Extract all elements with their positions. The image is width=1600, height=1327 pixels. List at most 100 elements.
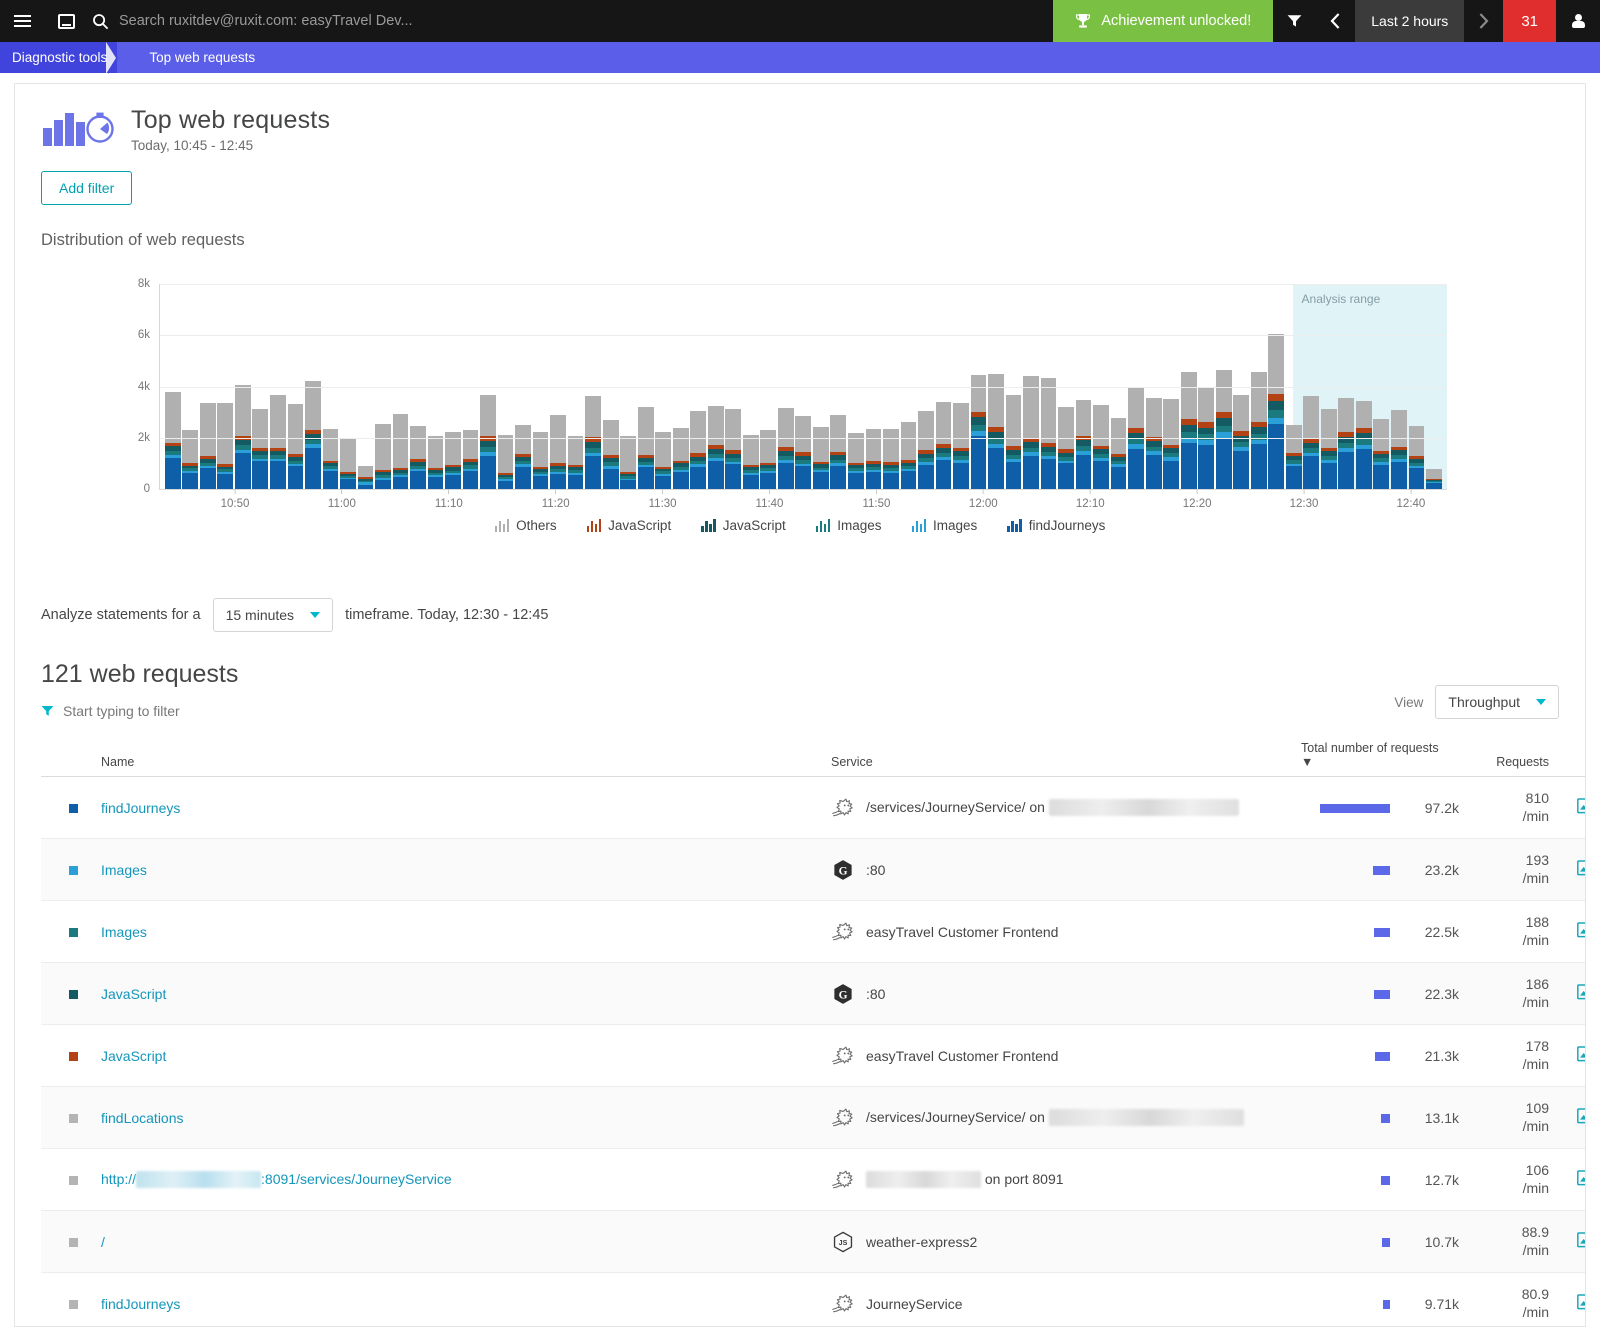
action-chart-button[interactable]	[1577, 984, 1586, 1003]
table-row[interactable]: ImagesG:8023.2k193/min···	[41, 839, 1586, 901]
service-cell[interactable]: easyTravel Customer Frontend	[831, 921, 1289, 943]
chart-bar-column[interactable]	[568, 436, 584, 489]
service-cell[interactable]: JSweather-express2	[831, 1231, 1289, 1253]
chart-bar-column[interactable]	[340, 438, 356, 489]
previous-timeframe-button[interactable]	[1316, 0, 1355, 42]
request-name-cell[interactable]: findLocations	[95, 1087, 795, 1149]
chart-bar-column[interactable]	[288, 404, 304, 489]
column-header-service[interactable]: Service	[825, 741, 1295, 777]
chart-bar-column[interactable]	[725, 409, 741, 489]
chart-bar-column[interactable]	[830, 415, 846, 489]
chart-bar-column[interactable]	[603, 420, 619, 489]
chart-bar-column[interactable]	[1076, 400, 1092, 489]
chart-bar-column[interactable]	[182, 430, 198, 489]
chart-bar-column[interactable]	[620, 436, 636, 489]
chart-bar-column[interactable]	[1338, 398, 1354, 489]
achievement-badge[interactable]: Achievement unlocked!	[1053, 0, 1273, 42]
global-filter-button[interactable]	[1273, 0, 1316, 42]
service-cell[interactable]: G:80	[831, 859, 1289, 881]
chart-bar-column[interactable]	[1268, 334, 1284, 489]
table-row[interactable]: ImageseasyTravel Customer Frontend22.5k1…	[41, 901, 1586, 963]
request-name-link[interactable]: http://:8091/services/JourneyService	[101, 1171, 452, 1187]
menu-button[interactable]	[0, 0, 44, 42]
request-name-link[interactable]: /	[101, 1234, 105, 1250]
chart-bar-column[interactable]	[1321, 409, 1337, 489]
column-header-name[interactable]: Name	[95, 741, 795, 777]
table-row[interactable]: findJourneysJourneyService9.71k80.9/min·…	[41, 1273, 1586, 1327]
request-name-cell[interactable]: Images	[95, 839, 795, 901]
results-filter-input[interactable]: Start typing to filter	[41, 703, 238, 719]
chart-bar-column[interactable]	[795, 416, 811, 490]
request-name-cell[interactable]: findJourneys	[95, 1273, 795, 1327]
chart-legend-item[interactable]: Images	[816, 518, 882, 533]
chart-bar-column[interactable]	[848, 433, 864, 489]
service-cell[interactable]: on port 8091	[831, 1169, 1289, 1191]
chart-bar-column[interactable]	[1058, 407, 1074, 489]
chart-bar-column[interactable]	[270, 395, 286, 489]
column-header-requests[interactable]: Requests	[1465, 741, 1555, 777]
chart-bar-column[interactable]	[1111, 418, 1127, 489]
chart-bar-column[interactable]	[638, 407, 654, 489]
chart-bar-column[interactable]	[217, 403, 233, 489]
request-name-link[interactable]: JavaScript	[101, 1048, 166, 1064]
next-timeframe-button[interactable]	[1464, 0, 1503, 42]
table-row[interactable]: JavaScriptG:8022.3k186/min···	[41, 963, 1586, 1025]
table-row[interactable]: http://:8091/services/JourneyService on …	[41, 1149, 1586, 1211]
request-name-link[interactable]: Images	[101, 862, 147, 878]
chart-bar-column[interactable]	[690, 411, 706, 489]
table-row[interactable]: findJourneys/services/JourneyService/ on…	[41, 777, 1586, 839]
chart-bar-column[interactable]	[410, 426, 426, 490]
view-select[interactable]: Throughput	[1435, 685, 1559, 719]
chart-bar-column[interactable]	[1251, 372, 1267, 489]
chart-bar-column[interactable]	[1233, 395, 1249, 489]
chart-bar-column[interactable]	[988, 374, 1004, 489]
chart-bar-column[interactable]	[1093, 405, 1109, 489]
chart-bar-column[interactable]	[200, 403, 216, 489]
action-chart-button[interactable]	[1577, 1232, 1586, 1251]
chart-bar-column[interactable]	[358, 466, 374, 489]
breadcrumb-item-diagnostic-tools[interactable]: Diagnostic tools	[0, 42, 117, 73]
request-name-cell[interactable]: JavaScript	[95, 1025, 795, 1087]
action-chart-button[interactable]	[1577, 860, 1586, 879]
action-chart-button[interactable]	[1577, 1046, 1586, 1065]
chart-bar-column[interactable]	[655, 432, 671, 489]
chart-plot-area[interactable]: Analysis range 02k4k6k8k	[159, 284, 1447, 489]
chart-bar-column[interactable]	[252, 409, 268, 489]
chart-legend-item[interactable]: JavaScript	[701, 518, 786, 533]
table-row[interactable]: findLocations/services/JourneyService/ o…	[41, 1087, 1586, 1149]
table-row[interactable]: JavaScripteasyTravel Customer Frontend21…	[41, 1025, 1586, 1087]
environment-button[interactable]	[44, 0, 88, 42]
chart-bar-column[interactable]	[305, 381, 321, 489]
request-name-cell[interactable]: Images	[95, 901, 795, 963]
chart-bar-column[interactable]	[813, 427, 829, 489]
chart-bar-column[interactable]	[428, 436, 444, 489]
chart-legend-item[interactable]: Images	[912, 518, 978, 533]
chart-bar-column[interactable]	[1391, 410, 1407, 489]
chart-bar-column[interactable]	[971, 375, 987, 489]
chart-bar-column[interactable]	[936, 402, 952, 489]
chart-bar-column[interactable]	[1356, 401, 1372, 489]
request-name-link[interactable]: findJourneys	[101, 1296, 180, 1312]
chart-legend-item[interactable]: JavaScript	[587, 518, 672, 533]
chart-bar-column[interactable]	[1181, 372, 1197, 489]
chart-bar-column[interactable]	[375, 424, 391, 489]
service-cell[interactable]: easyTravel Customer Frontend	[831, 1045, 1289, 1067]
request-name-link[interactable]: findJourneys	[101, 800, 180, 816]
chart-bar-column[interactable]	[515, 425, 531, 489]
chart-bar-column[interactable]	[1041, 378, 1057, 489]
request-name-link[interactable]: JavaScript	[101, 986, 166, 1002]
chart-bar-column[interactable]	[533, 432, 549, 489]
chart-bar-column[interactable]	[1146, 398, 1162, 489]
timeframe-selector[interactable]: Last 2 hours	[1355, 0, 1464, 42]
chart-bar-column[interactable]	[393, 414, 409, 489]
chart-bar-column[interactable]	[1373, 419, 1389, 489]
request-name-cell[interactable]: http://:8091/services/JourneyService	[95, 1149, 795, 1211]
table-row[interactable]: /JSweather-express210.7k88.9/min···	[41, 1211, 1586, 1273]
problem-count-badge[interactable]: 31	[1503, 0, 1556, 42]
service-cell[interactable]: /services/JourneyService/ on	[831, 797, 1289, 819]
chart-bar-column[interactable]	[1216, 370, 1232, 489]
chart-bar-column[interactable]	[480, 395, 496, 489]
column-header-total-requests[interactable]: Total number of requests ▼	[1295, 741, 1465, 777]
chart-bar-column[interactable]	[585, 396, 601, 489]
chart-bar-column[interactable]	[953, 403, 969, 489]
